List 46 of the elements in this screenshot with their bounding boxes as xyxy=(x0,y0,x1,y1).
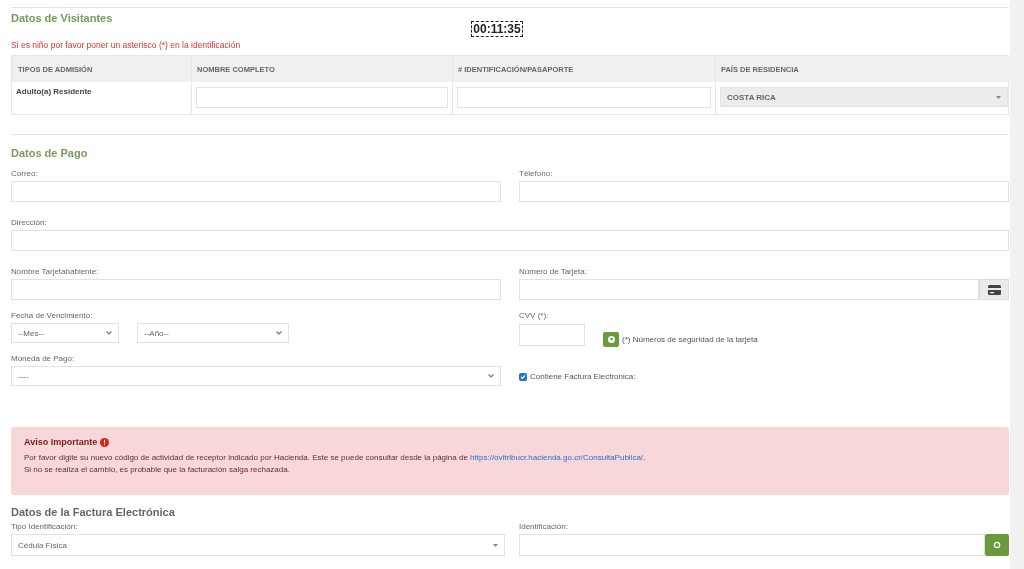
cvv-help-text: (*) Números de seguridad de la tarjeta xyxy=(622,335,758,344)
id-type-select[interactable]: Cédula Física xyxy=(11,534,505,556)
caret-icon xyxy=(493,543,498,547)
chevron-down-icon xyxy=(488,374,494,378)
chevron-down-icon xyxy=(276,331,282,335)
admission-type: Adulto(a) Residente xyxy=(16,87,92,96)
id-input[interactable] xyxy=(457,87,711,108)
caret-icon xyxy=(996,95,1001,99)
field-label: Moneda de Pago: xyxy=(11,354,76,365)
section-title: Datos de Pago xyxy=(11,147,89,161)
field-label: Fecha de Vencimiento: xyxy=(11,311,94,322)
cvv-input[interactable] xyxy=(519,324,585,346)
identification-input[interactable] xyxy=(519,534,985,556)
field-label: Nombre Tarjetahabiente: xyxy=(11,267,100,278)
phone-input[interactable] xyxy=(519,181,1009,202)
search-button[interactable] xyxy=(985,534,1009,556)
alert-text: Por favor digite su nuevo código de actividad de receptor indicado por Hacienda. Este se puede consultar desde la página de https://ovitribucr.hacienda.go.cr/ConsultaPublica/. xyxy=(24,452,647,464)
chevron-down-icon xyxy=(106,331,112,335)
help-button[interactable] xyxy=(603,332,619,347)
invoice-checkbox-label: Contiene Factura Electronica: xyxy=(530,372,636,381)
field-label: CVV (*): xyxy=(519,311,550,322)
name-input[interactable] xyxy=(196,87,448,108)
address-input[interactable] xyxy=(11,230,1009,251)
section-title: Datos de la Factura Electrónica xyxy=(11,506,176,518)
exclamation-icon xyxy=(100,437,110,447)
field-label: Identificación: xyxy=(519,522,569,533)
month-select[interactable]: --Mes-- xyxy=(11,323,119,343)
field-label: Télefono: xyxy=(519,169,554,180)
credit-card-icon xyxy=(987,284,1001,295)
currency-select[interactable]: ---- xyxy=(11,366,501,386)
field-label: Dirección: xyxy=(11,218,48,229)
countdown-timer: 00:11:35 xyxy=(471,21,523,37)
year-select[interactable]: --Año-- xyxy=(137,323,289,343)
alert-title: Aviso Importante xyxy=(24,437,98,447)
field-label: Tipo Identificación: xyxy=(11,522,79,533)
cardholder-input[interactable] xyxy=(11,279,501,300)
child-note: Si es niño por favor poner un asterisco (*) en la identificación xyxy=(11,40,242,52)
card-number-input[interactable] xyxy=(519,279,979,300)
card-button[interactable] xyxy=(979,279,1009,300)
field-label: Número de Tarjeta: xyxy=(519,267,588,278)
email-input[interactable] xyxy=(11,181,501,202)
country-select[interactable]: COSTA RICA xyxy=(720,87,1008,107)
section-title: Datos de Visitantes xyxy=(11,12,113,26)
field-label: Correo: xyxy=(11,169,39,180)
alert-text: Si no se realiza el cambio, es probable que la facturación salga rechazada. xyxy=(24,464,291,476)
invoice-checkbox[interactable] xyxy=(519,372,527,381)
